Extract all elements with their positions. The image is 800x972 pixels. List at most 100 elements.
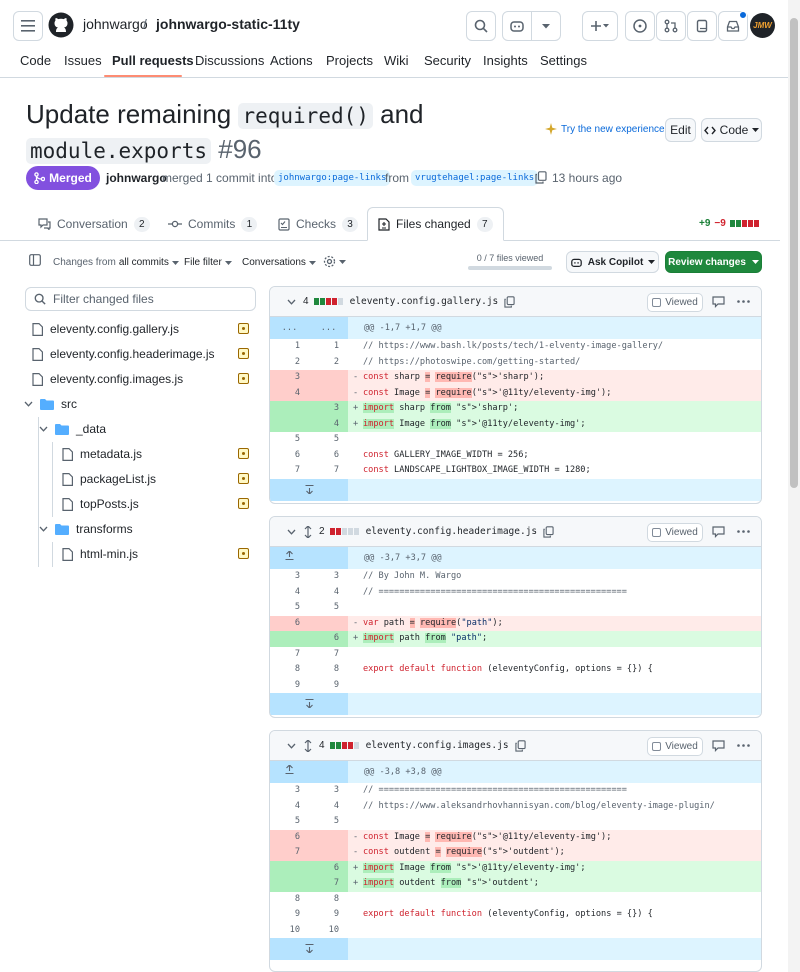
old-line-number[interactable]: 6 [270,448,309,464]
comment-icon[interactable] [712,740,725,752]
new-line-number[interactable]: 4 [309,585,348,601]
kebab-horizontal-icon[interactable] [737,530,750,533]
new-line-number[interactable]: 5 [309,814,348,830]
hunk-gutter[interactable]: ... [270,317,309,339]
new-line-number[interactable] [309,385,348,401]
chevron-down-icon[interactable] [287,529,296,535]
new-line-number[interactable]: 7 [309,647,348,663]
tab-commits[interactable]: Commits 1 [168,207,258,241]
tab-checks[interactable]: Checks 3 [278,207,359,241]
old-line-number[interactable]: 5 [270,432,309,448]
diff-settings-dropdown[interactable] [323,255,346,268]
diff-filename[interactable]: eleventy.config.images.js [366,740,509,751]
code-dropdown-button[interactable]: Code [701,118,762,142]
file-filter-dropdown[interactable]: File filter [184,257,232,268]
tree-file[interactable]: html-min.js [62,543,138,565]
new-line-number[interactable]: 3 [309,783,348,799]
new-line-number[interactable]: 3 [309,401,348,417]
old-line-number[interactable]: 1 [270,339,309,355]
repo-tab-insights[interactable]: Insights [483,53,528,68]
tree-file[interactable]: packageList.js [62,468,156,490]
new-line-number[interactable]: 8 [309,662,348,678]
tree-folder[interactable]: src [24,393,77,415]
old-line-number[interactable]: 4 [270,585,309,601]
old-line-number[interactable] [270,416,309,432]
chevron-down-icon[interactable] [39,426,48,432]
sidebar-collapse-icon[interactable] [29,254,41,266]
edit-button[interactable]: Edit [665,118,696,142]
github-logo[interactable] [48,12,74,38]
unfold-icon[interactable] [303,525,313,538]
hunk-gutter[interactable] [270,761,309,783]
old-line-number[interactable]: 3 [270,370,309,386]
new-line-number[interactable]: 5 [309,600,348,616]
chevron-down-icon[interactable] [24,401,33,407]
review-changes-button[interactable]: Review changes [665,251,762,273]
expand-up-icon[interactable] [285,765,294,774]
kebab-horizontal-icon[interactable] [737,300,750,303]
repo-tab-code[interactable]: Code [20,53,51,68]
old-line-number[interactable]: 9 [270,678,309,694]
new-line-number[interactable]: 1 [309,339,348,355]
old-line-number[interactable] [270,631,309,647]
old-line-number[interactable]: 6 [270,829,309,845]
viewed-checkbox[interactable]: Viewed [647,293,703,312]
new-line-number[interactable] [309,370,348,386]
copilot-button[interactable] [502,11,532,41]
old-line-number[interactable]: 3 [270,569,309,585]
old-line-number[interactable]: 5 [270,600,309,616]
new-line-number[interactable]: 6 [309,860,348,876]
old-line-number[interactable]: 8 [270,662,309,678]
hunk-expand-marker[interactable]: ... [321,323,337,333]
chevron-down-icon[interactable] [287,743,296,749]
expand-down-icon[interactable] [305,944,314,953]
new-line-number[interactable]: 7 [309,876,348,892]
chevron-down-icon[interactable] [39,526,48,532]
hunk-gutter[interactable] [270,547,309,569]
tree-file[interactable]: eleventy.config.headerimage.js [32,343,215,365]
filter-changed-files-input[interactable]: Filter changed files [25,287,256,311]
new-line-number[interactable] [309,845,348,861]
new-line-number[interactable]: 8 [309,892,348,908]
old-line-number[interactable]: 4 [270,799,309,815]
repo-tab-pull-requests[interactable]: Pull requests [112,53,194,68]
scrollbar-thumb[interactable] [790,18,798,488]
tree-file[interactable]: eleventy.config.images.js [32,368,183,390]
new-line-number[interactable]: 9 [309,678,348,694]
old-line-number[interactable]: 5 [270,814,309,830]
new-line-number[interactable]: 2 [309,355,348,371]
diff-filename[interactable]: eleventy.config.headerimage.js [366,526,538,537]
unfold-icon[interactable] [303,739,313,752]
tab-files-changed[interactable]: Files changed 7 [367,207,504,241]
breadcrumb-repo[interactable]: johnwargo-static-11ty [156,16,300,32]
tab-conversation[interactable]: Conversation 2 [38,207,150,241]
old-line-number[interactable] [270,401,309,417]
old-line-number[interactable]: 2 [270,355,309,371]
chevron-down-icon[interactable] [287,299,296,305]
copy-icon[interactable] [514,739,526,752]
new-line-number[interactable]: 9 [309,907,348,923]
new-line-number[interactable] [309,615,348,631]
try-new-experience-link[interactable]: Try the new experience [545,123,665,135]
old-line-number[interactable] [270,860,309,876]
diff-filename[interactable]: eleventy.config.gallery.js [350,296,499,307]
page-scrollbar[interactable] [788,0,800,972]
new-line-number[interactable]: 6 [309,631,348,647]
conversations-dropdown[interactable]: Conversations [242,257,316,268]
expand-gutter[interactable] [270,693,348,715]
repo-tab-projects[interactable]: Projects [326,53,373,68]
kebab-horizontal-icon[interactable] [737,744,750,747]
new-line-number[interactable]: 3 [309,569,348,585]
expand-down-icon[interactable] [305,699,314,708]
tree-file[interactable]: metadata.js [62,443,142,465]
expand-down-row[interactable] [270,693,761,715]
new-line-number[interactable]: 7 [309,463,348,479]
old-line-number[interactable]: 8 [270,892,309,908]
expand-down-row[interactable] [270,938,761,960]
repo-tab-discussions[interactable]: Discussions [195,53,264,68]
old-line-number[interactable]: 4 [270,385,309,401]
new-line-number[interactable] [309,829,348,845]
old-line-number[interactable] [270,876,309,892]
tree-file[interactable]: eleventy.config.gallery.js [32,318,179,340]
changes-from-dropdown[interactable]: Changes from all commits [53,257,179,268]
